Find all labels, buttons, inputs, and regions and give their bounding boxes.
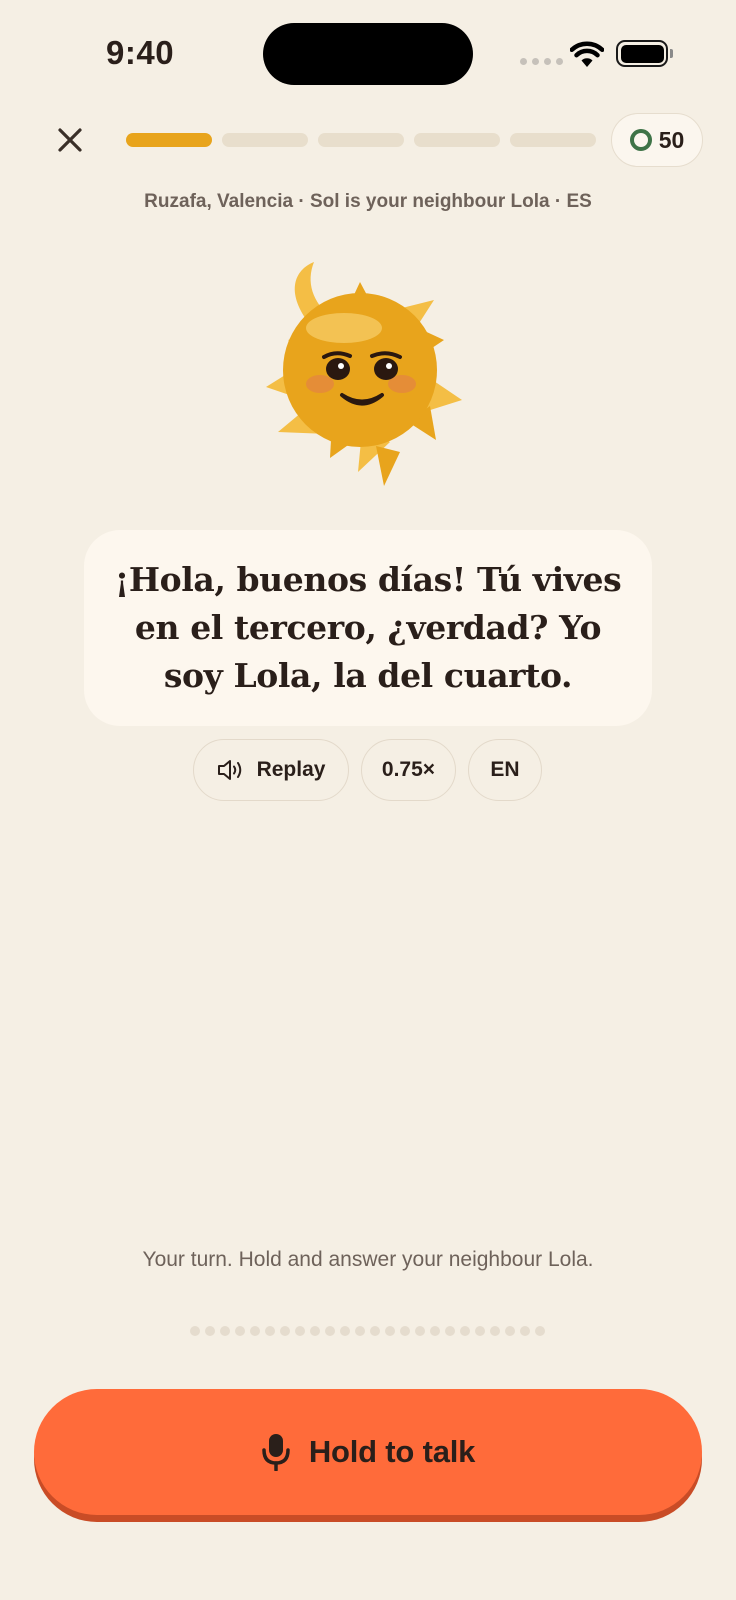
hold-to-talk-label: Hold to talk <box>308 1434 476 1469</box>
speech-text: ¡Hola, buenos días! Tú vives en el terce… <box>114 560 622 695</box>
waveform-dot <box>265 1326 275 1336</box>
waveform-dot <box>295 1326 305 1336</box>
progress-segment <box>318 133 404 147</box>
coin-counter: 50 <box>611 113 703 167</box>
waveform-dot <box>535 1326 545 1336</box>
waveform-dot <box>325 1326 335 1336</box>
status-time: 9:40 <box>106 34 175 71</box>
waveform-dot <box>400 1326 410 1336</box>
scene-location: Ruzafa, Valencia · Sol is your neighbour… <box>144 191 592 212</box>
waveform-dot <box>190 1326 200 1336</box>
language-label: EN <box>490 758 520 781</box>
coin-ring-icon <box>629 129 652 151</box>
waveform-dot <box>505 1326 515 1336</box>
waveform-dot <box>520 1326 530 1336</box>
progress-segment <box>510 133 596 147</box>
waveform-dot <box>205 1326 215 1336</box>
waveform-dot <box>250 1326 260 1336</box>
status-bar: 9:40 <box>0 0 736 110</box>
coin-count: 50 <box>658 126 685 153</box>
hold-to-talk-button[interactable]: Hold to talk <box>34 1389 702 1515</box>
waveform-dot <box>475 1326 485 1336</box>
waveform-dot <box>430 1326 440 1336</box>
waveform-dot <box>370 1326 380 1336</box>
microphone-icon <box>262 1434 290 1471</box>
progress-segment <box>126 133 212 147</box>
waveform-dot <box>445 1326 455 1336</box>
replay-label: Replay <box>256 758 326 781</box>
replay-button[interactable]: Replay <box>193 739 349 801</box>
speech-bubble: ¡Hola, buenos días! Tú vives en el terce… <box>84 530 652 726</box>
waveform-dot <box>340 1326 350 1336</box>
waveform-dot <box>415 1326 425 1336</box>
waveform-dot <box>385 1326 395 1336</box>
speaker-icon <box>217 760 241 780</box>
lesson-top-bar: 50 <box>0 110 736 170</box>
audio-waveform <box>190 1326 545 1336</box>
speed-label: 0.75× <box>381 758 436 781</box>
translate-button[interactable]: EN <box>468 739 542 801</box>
progress-segment <box>222 133 308 147</box>
waveform-dot <box>280 1326 290 1336</box>
turn-prompt: Your turn. Hold and answer your neighbou… <box>142 1248 594 1271</box>
wifi-icon <box>570 41 604 67</box>
progress-segment <box>414 133 500 147</box>
waveform-dot <box>355 1326 365 1336</box>
waveform-dot <box>235 1326 245 1336</box>
dynamic-island <box>263 23 473 85</box>
audio-controls: Replay 0.75× EN <box>0 739 736 801</box>
close-icon[interactable] <box>52 122 88 158</box>
lesson-progress-bar <box>126 133 596 147</box>
battery-icon <box>616 40 673 67</box>
waveform-dot <box>460 1326 470 1336</box>
playback-speed-button[interactable]: 0.75× <box>361 739 456 801</box>
cellular-signal-icon <box>520 58 563 65</box>
waveform-dot <box>220 1326 230 1336</box>
waveform-dot <box>490 1326 500 1336</box>
sun-character-icon <box>266 262 462 486</box>
waveform-dot <box>310 1326 320 1336</box>
